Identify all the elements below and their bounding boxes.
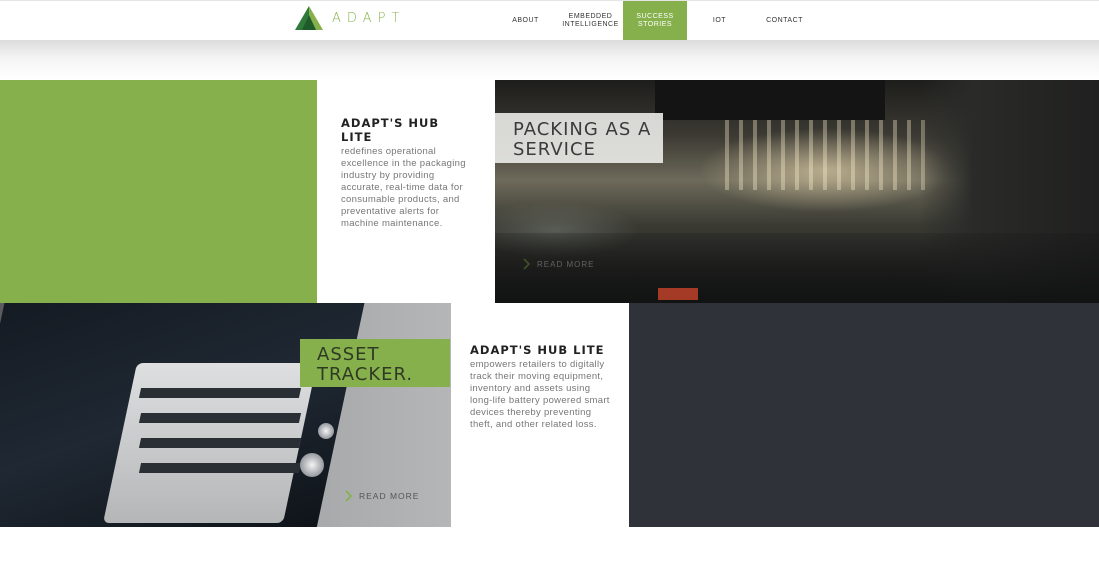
chevron-right-icon [345, 490, 353, 502]
packing-read-more-link[interactable]: READ MORE [523, 258, 594, 270]
asset-text-card: ADAPT'S HUB LITE empowers retailers to d… [451, 303, 629, 527]
truck-headlight [300, 453, 324, 477]
truck-grill-slat [138, 463, 302, 473]
asset-photo-tile[interactable]: ASSET TRACKER. READ MORE [0, 303, 451, 527]
packing-overlay-title: PACKING AS A SERVICE [513, 119, 652, 160]
nav-contact-label: CONTACT [766, 17, 803, 24]
asset-read-more-label: READ MORE [359, 491, 420, 501]
asset-card-title: ADAPT'S HUB LITE [470, 343, 605, 357]
asset-overlay-title: ASSET TRACKER. [317, 344, 414, 385]
chevron-right-icon [523, 258, 531, 270]
nav-success-stories[interactable]: SUCCESS STORIES [623, 1, 687, 41]
packing-text-card: ADAPT'S HUB LITE redefines operational e… [317, 80, 495, 303]
logo-text: ADAPT [332, 10, 406, 26]
truck-headlight [318, 423, 334, 439]
nav-about[interactable]: ABOUT [493, 1, 558, 41]
nav-contact[interactable]: CONTACT [752, 1, 817, 41]
nav-iot-label: IOT [712, 17, 727, 24]
nav-embedded-intelligence[interactable]: EMBEDDED INTELLIGENCE [558, 1, 623, 41]
accent-block [0, 80, 317, 303]
packing-photo-beam [655, 80, 885, 120]
asset-card-body: empowers retailers to digitally track th… [470, 359, 610, 430]
packing-card-body: redefines operational excellence in the … [341, 146, 466, 229]
adapt-triangle-logo-icon [295, 6, 323, 30]
packing-photo-highlight [725, 120, 925, 190]
truck-grill-slat [138, 438, 302, 448]
nav-iot[interactable]: IOT [687, 1, 752, 41]
asset-overlay-label: ASSET TRACKER. [300, 339, 450, 387]
site-header: ADAPT ABOUT EMBEDDED INTELLIGENCE SUCCES… [0, 0, 1099, 41]
packing-read-more-label: READ MORE [537, 259, 595, 269]
site-logo[interactable]: ADAPT [294, 5, 405, 31]
nav-embedded-intelligence-label: EMBEDDED INTELLIGENCE [562, 13, 619, 28]
packing-overlay-label: PACKING AS A SERVICE [495, 113, 663, 163]
dark-block [629, 303, 1099, 527]
packing-card-title: ADAPT'S HUB LITE [341, 116, 440, 144]
asset-read-more-link[interactable]: READ MORE [345, 490, 419, 502]
packing-photo-tile[interactable]: PACKING AS A SERVICE READ MORE [495, 80, 1099, 303]
packing-photo-red-marker [658, 288, 698, 300]
truck-grill-slat [138, 413, 302, 423]
truck-grill-slat [138, 388, 302, 398]
nav-about-label: ABOUT [512, 17, 539, 24]
header-shadow [0, 40, 1099, 80]
nav-success-stories-label: SUCCESS STORIES [636, 13, 674, 28]
